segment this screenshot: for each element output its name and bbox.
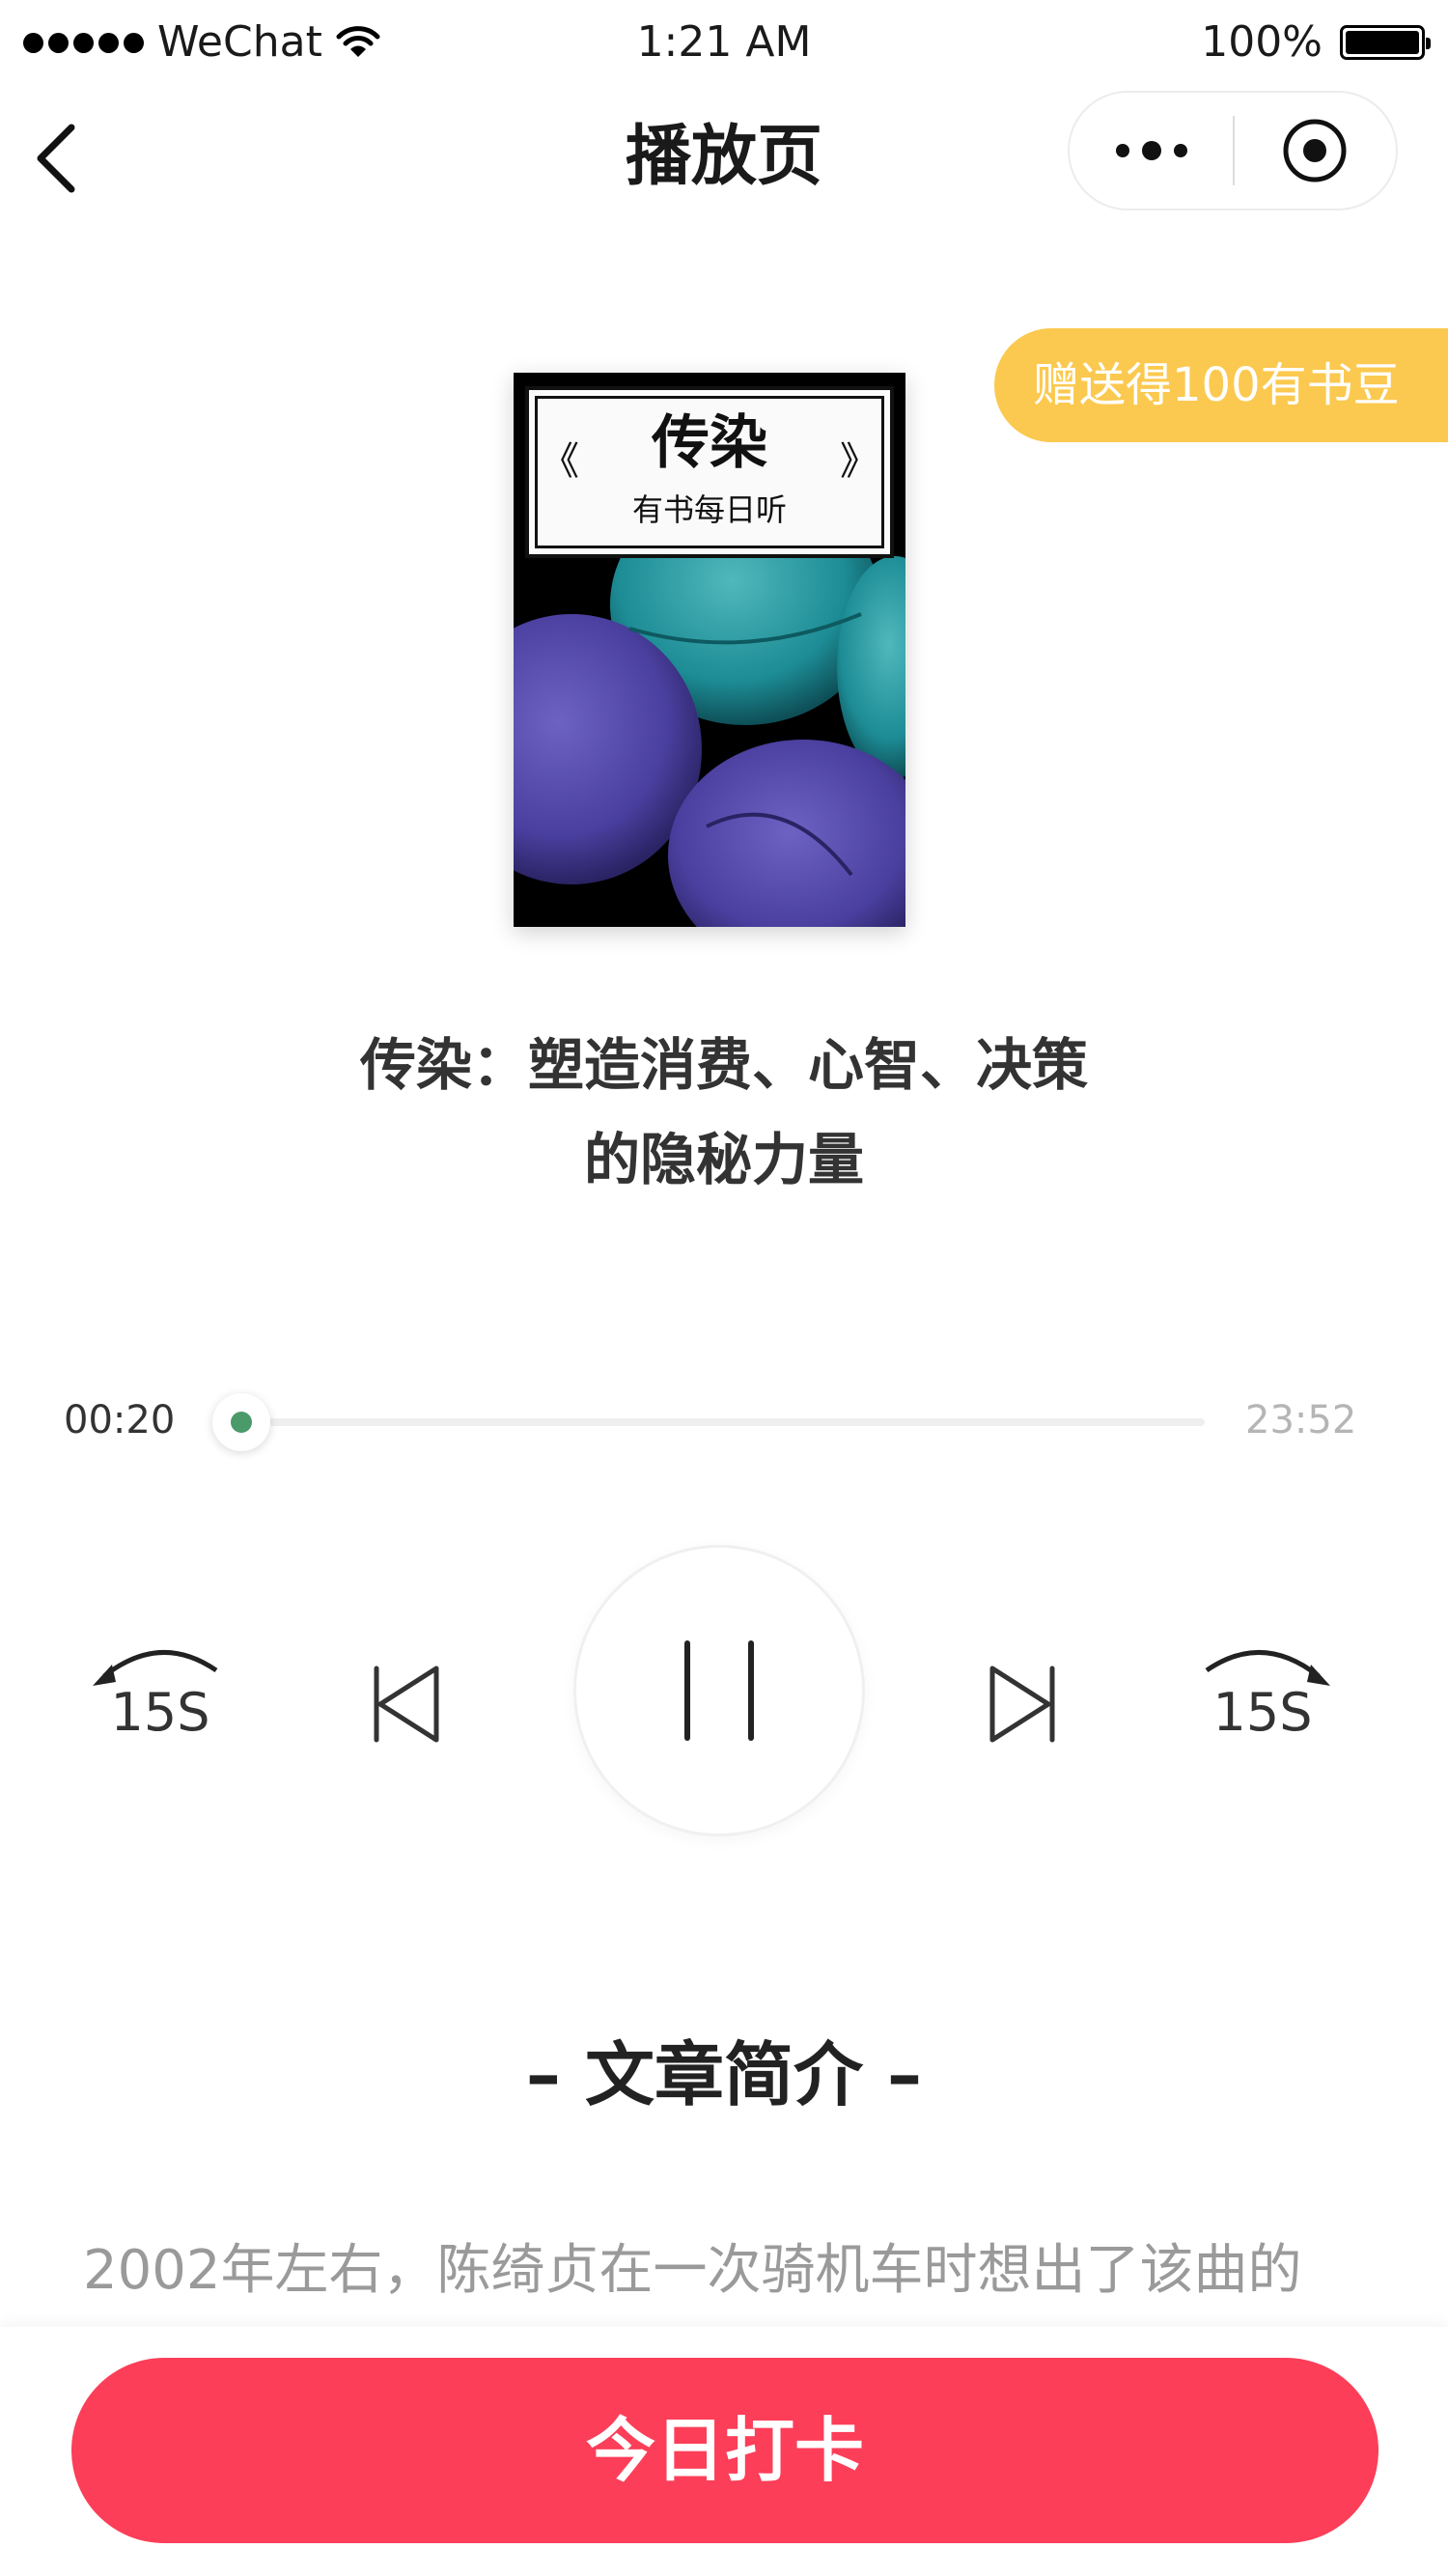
rewind-label: 15S [110, 1682, 210, 1743]
gift-beans-badge[interactable]: 赠送得100有书豆 [994, 328, 1448, 442]
progress-thumb[interactable] [212, 1393, 271, 1451]
pause-icon [684, 1640, 754, 1741]
article-intro-text: 2002年左右，陈绮贞在一次骑机车时想出了该曲的 [83, 2239, 1302, 2302]
close-mini-program-icon [1283, 119, 1347, 182]
next-track-button[interactable] [965, 1632, 1081, 1777]
book-title-line2: 的隐秘力量 [583, 1127, 864, 1192]
current-time: 00:20 [64, 1398, 176, 1442]
cover-title: 传染 [652, 409, 767, 477]
mini-program-capsule [1068, 91, 1398, 210]
more-button[interactable] [1070, 93, 1233, 209]
bottom-action-bar: 今日打卡 [0, 2327, 1448, 2576]
total-time: 23:52 [1245, 1398, 1357, 1442]
progress-slider[interactable] [212, 1393, 1205, 1451]
play-pause-button[interactable] [573, 1545, 865, 1836]
next-track-icon [989, 1666, 1055, 1743]
battery-percent: 100% [1201, 17, 1323, 67]
status-bar: WeChat 1:21 AM 100% [0, 0, 1448, 85]
forward-15s-button[interactable]: 15S [1185, 1622, 1340, 1777]
checkin-button[interactable]: 今日打卡 [71, 2358, 1378, 2543]
book-title-line1: 传染：塑造消费、心智、决策 [359, 1032, 1088, 1098]
book-cover: 《 传染 》 有书每日听 [514, 373, 905, 927]
cover-quote-right: 》 [840, 439, 878, 484]
cover-title-plate: 《 传染 》 有书每日听 [525, 386, 894, 558]
rewind-15s-button[interactable]: 15S [83, 1622, 237, 1777]
close-mini-program-button[interactable] [1235, 93, 1396, 209]
previous-track-icon [374, 1666, 439, 1743]
article-intro-heading: – 文章简介 – [525, 2034, 923, 2115]
book-title: 传染：塑造消费、心智、决策 的隐秘力量 [290, 1018, 1158, 1207]
forward-label: 15S [1212, 1682, 1313, 1743]
cover-subtitle: 有书每日听 [631, 491, 787, 528]
status-right: 100% [1201, 15, 1431, 70]
battery-icon [1340, 25, 1431, 60]
more-icon [1115, 141, 1187, 160]
nav-bar: 播放页 [0, 85, 1448, 230]
previous-track-button[interactable] [348, 1632, 463, 1777]
